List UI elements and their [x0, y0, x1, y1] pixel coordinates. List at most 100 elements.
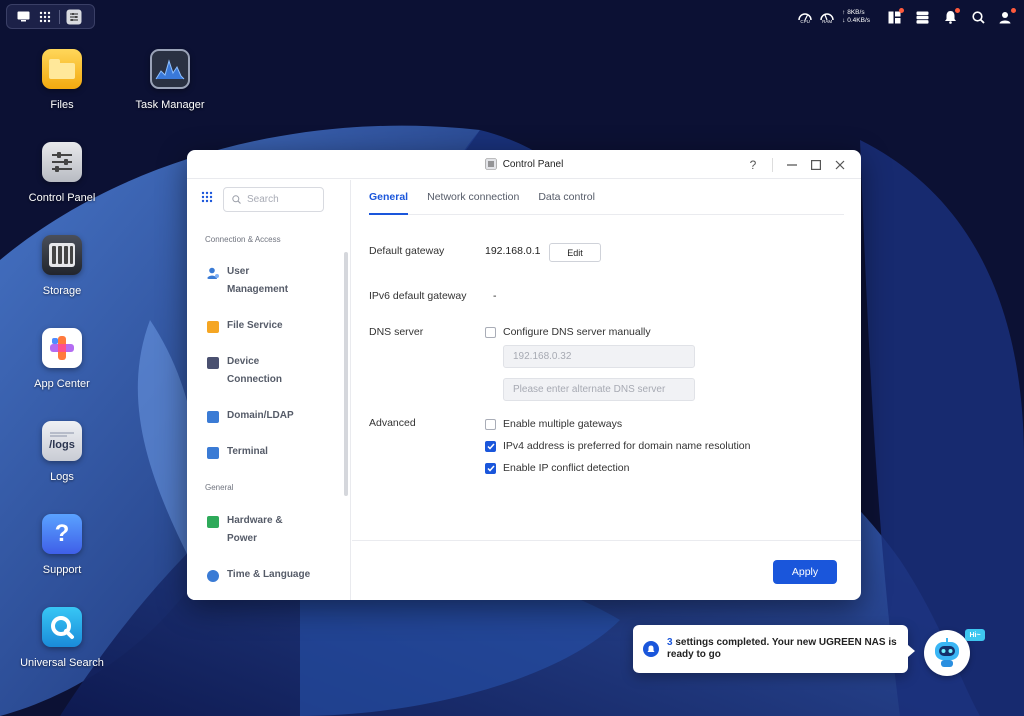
grid-icon [201, 191, 213, 203]
primary-dns-input[interactable]: 192.168.0.32 [503, 345, 695, 368]
terminal-icon [207, 447, 219, 459]
cpu-label: CPU [800, 18, 810, 24]
tab-data-control[interactable]: Data control [538, 180, 595, 215]
server-status-button[interactable] [912, 7, 932, 27]
multiple-gateways-checkbox[interactable]: Enable multiple gateways [485, 418, 622, 430]
sidebar-item-label: Domain/LDAP [227, 410, 294, 421]
ipv4-preferred-checkbox[interactable]: IPv4 address is preferred for domain nam… [485, 440, 750, 452]
controls-separator [772, 158, 773, 172]
ipv6-gateway-value: - [493, 290, 497, 302]
sidebar-item-label: Time & Language [227, 569, 311, 580]
checkbox-checked[interactable] [485, 440, 496, 452]
taskbar-control-panel-button[interactable] [66, 9, 82, 25]
app-center-icon [42, 328, 82, 368]
user-account-button[interactable] [996, 7, 1016, 27]
taskbar-right: CPU RAM ↑ 8KB/s ↓ 0.4KB/s [798, 5, 1016, 29]
checkmark-icon [486, 443, 495, 450]
checkbox-unchecked[interactable] [485, 418, 496, 430]
input-placeholder: 192.168.0.32 [513, 351, 572, 362]
tab-general[interactable]: General [369, 180, 409, 215]
monitor-icon [17, 11, 29, 22]
notification-dot [1011, 8, 1016, 13]
assistant-mascot-button[interactable] [924, 630, 970, 676]
desktop-icon-universal-search[interactable]: Universal Search [7, 607, 117, 669]
tab-bar: General Network connection Data control [369, 180, 844, 215]
user-icon [999, 11, 1011, 23]
robot-mascot-icon [935, 638, 959, 667]
desktop-icon-storage[interactable]: Storage [7, 235, 117, 297]
alternate-dns-input[interactable]: Please enter alternate DNS server [503, 378, 695, 401]
checkbox-label: IPv4 address is preferred for domain nam… [503, 440, 751, 452]
desktop-icon-app-center[interactable]: App Center [7, 328, 117, 390]
sidebar-item-time-language[interactable]: Time & Language [187, 569, 310, 584]
notifications-button[interactable] [940, 7, 960, 27]
bell-icon [944, 11, 956, 24]
network-speed[interactable]: ↑ 8KB/s ↓ 0.4KB/s [842, 9, 870, 25]
dns-server-label: DNS server [369, 326, 424, 338]
control-panel-sidebar: Search Connection & Access User Manageme… [187, 180, 351, 600]
tab-network-connection[interactable]: Network connection [427, 180, 519, 215]
setup-complete-toast[interactable]: 3 settings completed. Your new UGREEN NA… [633, 625, 915, 673]
ip-conflict-detection-checkbox[interactable]: Enable IP conflict detection [485, 462, 629, 474]
desktop-icon-label: Task Manager [135, 99, 205, 111]
sidebar-item-label: Hardware & Power [227, 515, 283, 544]
notification-dot [899, 8, 904, 13]
apply-button[interactable]: Apply [773, 560, 837, 584]
desktop-icon-logs[interactable]: /logs Logs [7, 421, 117, 483]
desktop-icon-support[interactable]: ? Support [7, 514, 117, 576]
help-button[interactable]: ? [744, 156, 762, 174]
sidebar-item-label: Terminal [227, 446, 268, 457]
minimize-button[interactable] [783, 156, 801, 174]
grid-icon [39, 11, 51, 22]
control-panel-window: Control Panel ? Search Connection & Acce… [187, 150, 861, 600]
storage-drives-icon [42, 235, 82, 275]
sidebar-group-connection-access: Connection & Access [205, 235, 281, 244]
desktop-icon-files[interactable]: Files [7, 49, 117, 111]
sidebar-item-user-management[interactable]: User Management [187, 266, 297, 299]
edit-gateway-button[interactable]: Edit [549, 243, 601, 262]
configure-dns-checkbox[interactable]: Configure DNS server manually [485, 326, 651, 338]
checkbox-unchecked[interactable] [485, 326, 496, 338]
desktop-icon-label: Universal Search [20, 657, 104, 669]
sidebar-item-terminal[interactable]: Terminal [187, 446, 268, 461]
search-icon [971, 10, 985, 24]
sidebar-item-domain-ldap[interactable]: Domain/LDAP [187, 410, 294, 425]
checkbox-label: Enable IP conflict detection [503, 462, 630, 474]
cpu-gauge[interactable]: CPU [798, 11, 812, 24]
desktop-icon-control-panel[interactable]: Control Panel [7, 142, 117, 204]
widgets-button[interactable] [884, 7, 904, 27]
desktop-icon-task-manager[interactable]: Task Manager [115, 49, 225, 111]
app-menu-button[interactable] [37, 9, 53, 25]
sidebar-item-label: Device Connection [227, 356, 282, 385]
all-apps-button[interactable] [201, 190, 213, 208]
global-search-button[interactable] [968, 7, 988, 27]
show-desktop-button[interactable] [15, 9, 31, 25]
taskbar-separator [59, 9, 60, 24]
sidebar-search-input[interactable]: Search [223, 186, 324, 212]
download-speed: 0.4KB/s [847, 17, 870, 24]
magnifier-icon [42, 607, 82, 647]
question-icon: ? [42, 514, 82, 554]
advanced-label: Advanced [369, 417, 416, 429]
sidebar-scrollbar[interactable] [344, 252, 348, 496]
toast-message: 3 settings completed. Your new UGREEN NA… [667, 637, 908, 661]
sidebar-item-label: User Management [227, 266, 289, 295]
sidebar-item-hardware-power[interactable]: Hardware & Power [187, 515, 297, 548]
user-icon [207, 267, 219, 279]
maximize-button[interactable] [807, 156, 825, 174]
sidebar-header: Search [187, 180, 350, 218]
sidebar-item-file-service[interactable]: File Service [187, 320, 283, 335]
close-button[interactable] [831, 156, 849, 174]
device-icon [207, 357, 219, 369]
window-titlebar[interactable]: Control Panel ? [187, 150, 861, 179]
desktop-icon-label: Storage [42, 285, 82, 297]
sidebar-item-device-connection[interactable]: Device Connection [187, 356, 297, 389]
close-icon [835, 160, 845, 170]
mascot-greeting: Hi~ [965, 629, 985, 641]
help-icon: ? [749, 158, 757, 172]
maximize-icon [811, 160, 821, 170]
taskbar-left [6, 4, 95, 29]
checkbox-checked[interactable] [485, 462, 496, 474]
ram-gauge[interactable]: RAM [820, 11, 834, 24]
desktop-icon-label: Control Panel [28, 192, 96, 204]
